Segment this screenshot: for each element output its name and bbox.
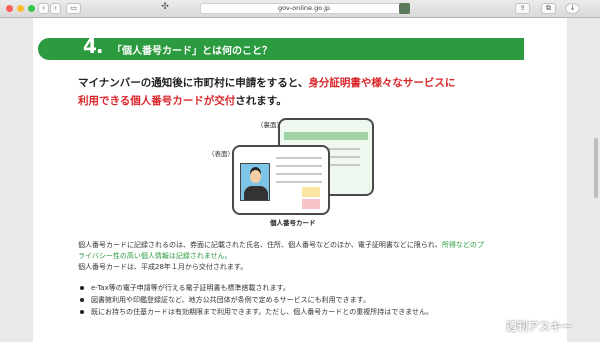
- extension-badge-icon[interactable]: [399, 3, 410, 14]
- lead-line-2: 利用できる個人番号カードが交付されます。: [78, 95, 287, 107]
- minimize-window-button[interactable]: [17, 5, 24, 12]
- browser-toolbar: ‹ › ▭ ✣ gov-online.go.jp ↻ ⇪ ⧉ ↓: [0, 0, 600, 18]
- body-paragraph-line-1: 個人番号カードに記録されるのは、券面に記載された氏名、住所、個人番号などのほか、…: [78, 241, 484, 249]
- bullet-item: e-Tax等の電子申請等が行える電子証明書も標準搭載されます。: [80, 283, 290, 293]
- close-window-button[interactable]: [6, 5, 13, 12]
- front-side-label: （表面）: [208, 150, 234, 158]
- address-bar[interactable]: gov-online.go.jp ↻: [200, 3, 408, 14]
- section-title: 「個人番号カード」とは何のこと？: [112, 46, 272, 57]
- body-paragraph-line-2: ライバシー性の高い個人情報は記録されません。: [78, 252, 232, 260]
- portrait-photo: [240, 163, 270, 201]
- lead-line-1: マイナンバーの通知後に市町村に申請をすると、身分証明書や様々なサービスに: [78, 77, 456, 89]
- webpage-viewport: 4. 「個人番号カード」とは何のこと？ マイナンバーの通知後に市町村に申請をする…: [0, 18, 600, 342]
- body-paragraph-line-3: 個人番号カードは、平成28年１月から交付されます。: [78, 263, 248, 271]
- forward-button[interactable]: ›: [50, 3, 61, 14]
- section-header-bar: [38, 38, 524, 60]
- tabs-overview-button[interactable]: ⧉: [541, 3, 556, 14]
- zoom-window-button[interactable]: [28, 5, 35, 12]
- share-button[interactable]: ⇪: [515, 3, 530, 14]
- card-front-illustration: [232, 145, 330, 215]
- card-caption: 個人番号カード: [270, 219, 316, 227]
- extension-icon[interactable]: ✣: [158, 3, 172, 14]
- bullet-item: 既にお持ちの住基カードは有効期限まで利用できます。ただし、個人番号カードとの重複…: [80, 307, 433, 317]
- section-number: 4.: [83, 34, 103, 58]
- page-scrollbar[interactable]: [594, 138, 598, 198]
- url-text: gov-online.go.jp: [277, 4, 331, 12]
- sidebar-toggle-button[interactable]: ▭: [66, 3, 81, 14]
- back-button[interactable]: ‹: [38, 3, 49, 14]
- watermark-logo: 週刊アスキー: [506, 320, 572, 333]
- bullet-item: 図書館利用や印鑑登録証など、地方公共団体が条例で定めるサービスにも利用できます。: [80, 295, 370, 305]
- downloads-button[interactable]: ↓: [565, 3, 580, 14]
